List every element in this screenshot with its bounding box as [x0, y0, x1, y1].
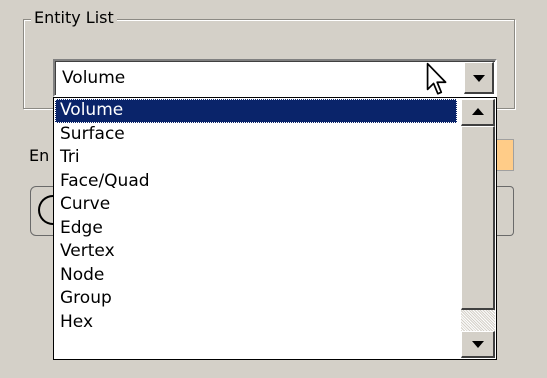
option-face-quad[interactable]: Face/Quad — [55, 170, 457, 194]
entity-list-group-title: Entity List — [31, 8, 117, 28]
option-vertex[interactable]: Vertex — [55, 240, 457, 264]
option-edge[interactable]: Edge — [55, 217, 457, 241]
arrow-down-icon — [471, 341, 484, 348]
option-curve[interactable]: Curve — [55, 193, 457, 217]
option-tri[interactable]: Tri — [55, 146, 457, 170]
scroll-down-button[interactable] — [461, 331, 495, 358]
entity-type-combobox[interactable]: Volume — [53, 59, 497, 97]
option-hex[interactable]: Hex — [55, 311, 457, 335]
scrollbar-thumb[interactable] — [461, 126, 495, 310]
dropdown-scrollbar[interactable] — [461, 99, 495, 358]
combobox-dropdown-button[interactable] — [464, 62, 494, 94]
entity-type-dropdown-list[interactable]: Volume Surface Tri Face/Quad Curve Edge … — [53, 97, 497, 360]
option-node[interactable]: Node — [55, 264, 457, 288]
option-surface[interactable]: Surface — [55, 123, 457, 147]
hidden-field-label: En — [29, 146, 50, 165]
option-volume[interactable]: Volume — [55, 99, 457, 123]
scroll-up-button[interactable] — [461, 99, 495, 126]
dropdown-options: Volume Surface Tri Face/Quad Curve Edge … — [55, 99, 457, 334]
chevron-down-icon — [472, 74, 485, 82]
combobox-selected-value: Volume — [62, 68, 126, 88]
arrow-up-icon — [471, 108, 484, 115]
option-group[interactable]: Group — [55, 287, 457, 311]
